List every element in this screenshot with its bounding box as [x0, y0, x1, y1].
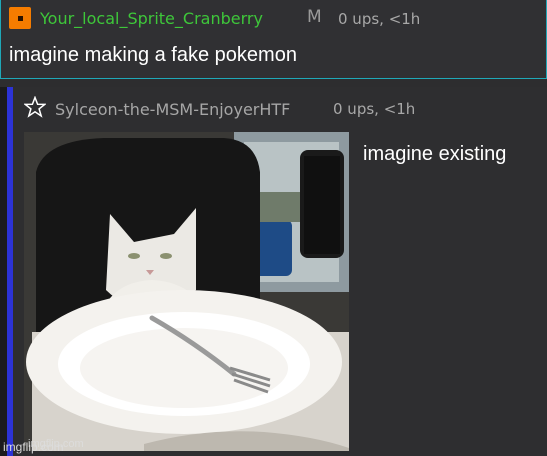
- user-badge-icon[interactable]: [9, 7, 31, 29]
- comment-meta: 0 ups, <1h: [338, 10, 421, 28]
- comment-username[interactable]: Your_local_Sprite_Cranberry: [40, 9, 263, 28]
- reply-meta: 0 ups, <1h: [333, 100, 416, 118]
- comment-text: imagine making a fake pokemon: [9, 44, 297, 66]
- reply-text: imagine existing: [363, 143, 507, 165]
- comment-reply: Sylceon-the-MSM-EnjoyerHTF 0 ups, <1h im: [0, 87, 547, 456]
- thread-indent: [0, 87, 7, 456]
- reply-image[interactable]: imgflip.com: [24, 132, 349, 451]
- comment-parent: Your_local_Sprite_Cranberry M 0 ups, <1h…: [0, 0, 547, 79]
- mod-badge: M: [307, 7, 322, 27]
- thread-line[interactable]: [7, 87, 13, 456]
- star-icon[interactable]: [24, 96, 46, 118]
- reply-username[interactable]: Sylceon-the-MSM-EnjoyerHTF: [55, 100, 290, 119]
- cat-photo: [24, 132, 349, 451]
- footer-watermark: imgflip.com: [3, 440, 64, 454]
